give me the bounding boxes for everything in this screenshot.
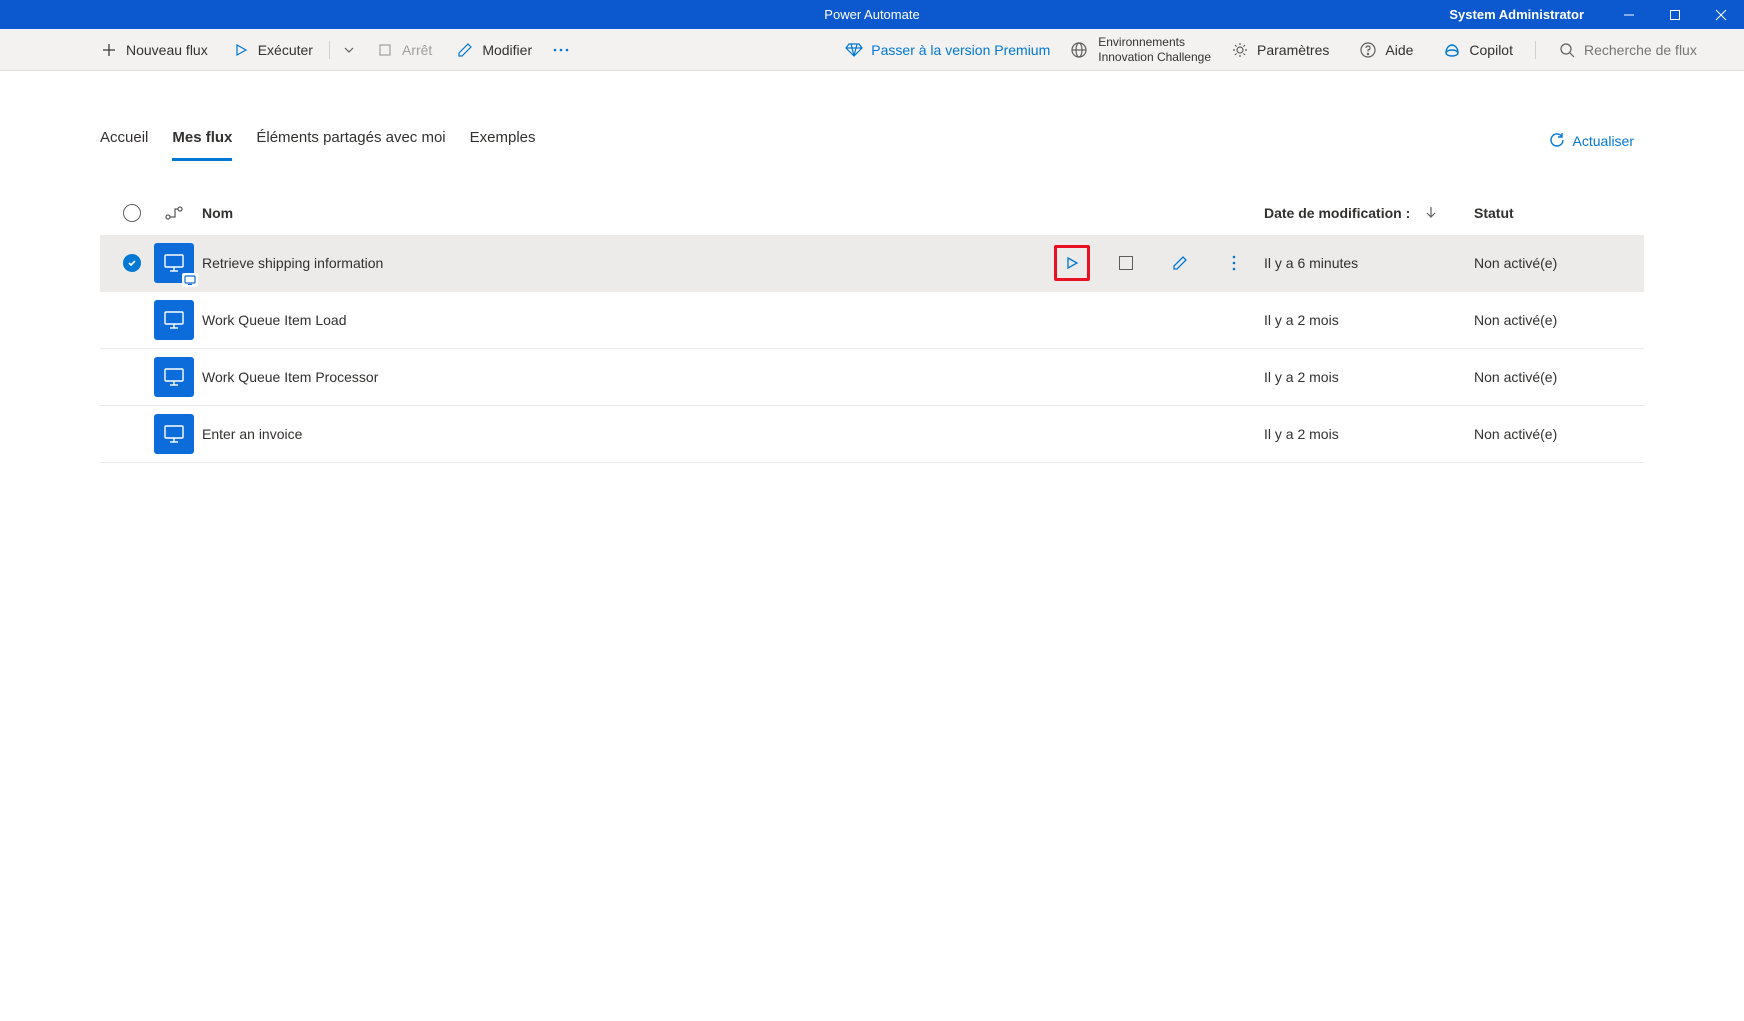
- flow-name[interactable]: Retrieve shipping information: [194, 255, 1044, 271]
- flow-type-cell: [154, 300, 194, 340]
- env-name: Innovation Challenge: [1098, 50, 1211, 64]
- search-icon: [1558, 41, 1576, 59]
- flow-name[interactable]: Enter an invoice: [194, 426, 1044, 442]
- tabs-row: Accueil Mes flux Éléments partagés avec …: [100, 121, 1644, 161]
- flow-name[interactable]: Work Queue Item Load: [194, 312, 1044, 328]
- search-input[interactable]: [1584, 42, 1724, 58]
- table-row[interactable]: Enter an invoice Il y a 2 mois Non activ…: [100, 406, 1644, 463]
- edit-button[interactable]: Modifier: [446, 37, 542, 63]
- tab-examples[interactable]: Exemples: [470, 121, 536, 161]
- sort-desc-icon: [1426, 205, 1436, 221]
- close-button[interactable]: [1698, 0, 1744, 29]
- desktop-flow-icon: [154, 243, 194, 283]
- help-button[interactable]: Aide: [1349, 37, 1423, 63]
- flow-date: Il y a 2 mois: [1264, 312, 1474, 328]
- table-row[interactable]: Retrieve shipping information Il y a 6 m…: [100, 235, 1644, 292]
- maximize-button[interactable]: [1652, 0, 1698, 29]
- question-icon: [1359, 41, 1377, 59]
- title-bar: Power Automate System Administrator: [0, 0, 1744, 29]
- toolbar-right: Passer à la version Premium Environnemen…: [835, 35, 1734, 64]
- row-checkbox-checked[interactable]: [123, 254, 141, 272]
- user-name[interactable]: System Administrator: [1449, 7, 1584, 22]
- run-flow-button[interactable]: [1054, 245, 1090, 281]
- run-dropdown-button[interactable]: [336, 37, 362, 63]
- name-column-header[interactable]: Nom: [194, 205, 1044, 221]
- refresh-button[interactable]: Actualiser: [1539, 128, 1644, 155]
- environment-text: Environnements Innovation Challenge: [1098, 35, 1211, 64]
- more-toolbar-button[interactable]: [546, 48, 576, 52]
- toolbar: Nouveau flux Exécuter Arrêt Modifier: [0, 29, 1744, 71]
- date-header-label: Date de modification :: [1264, 205, 1410, 221]
- toolbar-separator-right: [1535, 41, 1536, 59]
- toolbar-separator: [329, 41, 330, 59]
- date-column-header[interactable]: Date de modification :: [1264, 205, 1474, 221]
- tab-my-flows[interactable]: Mes flux: [172, 121, 232, 161]
- flow-type-cell: [154, 243, 194, 283]
- stop-flow-button[interactable]: [1108, 245, 1144, 281]
- content: Accueil Mes flux Éléments partagés avec …: [0, 71, 1744, 463]
- desktop-flow-icon: [154, 414, 194, 454]
- copilot-label: Copilot: [1469, 42, 1513, 58]
- chevron-down-icon: [340, 41, 358, 59]
- select-all-column[interactable]: [110, 204, 154, 222]
- stop-label: Arrêt: [402, 42, 432, 58]
- tab-home[interactable]: Accueil: [100, 121, 148, 161]
- environment-picker[interactable]: Environnements Innovation Challenge: [1070, 35, 1211, 64]
- copilot-button[interactable]: Copilot: [1433, 37, 1523, 63]
- settings-label: Paramètres: [1257, 42, 1329, 58]
- settings-button[interactable]: Paramètres: [1221, 37, 1339, 63]
- flow-badge-icon: [182, 273, 198, 287]
- edit-flow-button[interactable]: [1162, 245, 1198, 281]
- desktop-flow-icon: [154, 357, 194, 397]
- stop-button: Arrêt: [366, 37, 442, 63]
- row-select[interactable]: [110, 254, 154, 272]
- pencil-icon: [456, 41, 474, 59]
- flow-type-cell: [154, 414, 194, 454]
- flow-status: Non activé(e): [1474, 426, 1634, 442]
- flow-type-cell: [154, 357, 194, 397]
- edit-label: Modifier: [482, 42, 532, 58]
- flows-table: Nom Date de modification : Statut: [100, 191, 1644, 463]
- table-row[interactable]: Work Queue Item Load Il y a 2 mois Non a…: [100, 292, 1644, 349]
- flow-status: Non activé(e): [1474, 255, 1634, 271]
- more-actions-button[interactable]: [1216, 245, 1252, 281]
- copilot-icon: [1443, 41, 1461, 59]
- flow-status: Non activé(e): [1474, 312, 1634, 328]
- toolbar-left: Nouveau flux Exécuter Arrêt Modifier: [10, 37, 576, 63]
- stop-icon: [376, 41, 394, 59]
- type-column-header[interactable]: [154, 206, 194, 220]
- table-row[interactable]: Work Queue Item Processor Il y a 2 mois …: [100, 349, 1644, 406]
- refresh-icon: [1549, 132, 1565, 151]
- help-label: Aide: [1385, 42, 1413, 58]
- flow-date: Il y a 2 mois: [1264, 426, 1474, 442]
- globe-icon: [1070, 41, 1088, 59]
- select-all-checkbox[interactable]: [123, 204, 141, 222]
- new-flow-button[interactable]: Nouveau flux: [90, 37, 218, 63]
- gear-icon: [1231, 41, 1249, 59]
- play-icon: [232, 41, 250, 59]
- stop-square-icon: [1119, 256, 1133, 270]
- table-header: Nom Date de modification : Statut: [100, 191, 1644, 235]
- search-box[interactable]: [1548, 37, 1734, 63]
- refresh-label: Actualiser: [1573, 133, 1634, 149]
- flow-name[interactable]: Work Queue Item Processor: [194, 369, 1044, 385]
- minimize-button[interactable]: [1606, 0, 1652, 29]
- env-label: Environnements: [1098, 35, 1211, 49]
- diamond-icon: [845, 41, 863, 59]
- premium-button[interactable]: Passer à la version Premium: [835, 37, 1060, 63]
- status-column-header[interactable]: Statut: [1474, 205, 1634, 221]
- premium-label: Passer à la version Premium: [871, 42, 1050, 58]
- desktop-flow-icon: [154, 300, 194, 340]
- tabs: Accueil Mes flux Éléments partagés avec …: [100, 121, 536, 161]
- row-actions: [1044, 245, 1264, 281]
- tab-shared[interactable]: Éléments partagés avec moi: [256, 121, 445, 161]
- window-controls: [1606, 0, 1744, 29]
- run-label: Exécuter: [258, 42, 313, 58]
- flow-date: Il y a 2 mois: [1264, 369, 1474, 385]
- new-flow-label: Nouveau flux: [126, 42, 208, 58]
- flow-date: Il y a 6 minutes: [1264, 255, 1474, 271]
- flow-status: Non activé(e): [1474, 369, 1634, 385]
- run-button[interactable]: Exécuter: [222, 37, 323, 63]
- plus-icon: [100, 41, 118, 59]
